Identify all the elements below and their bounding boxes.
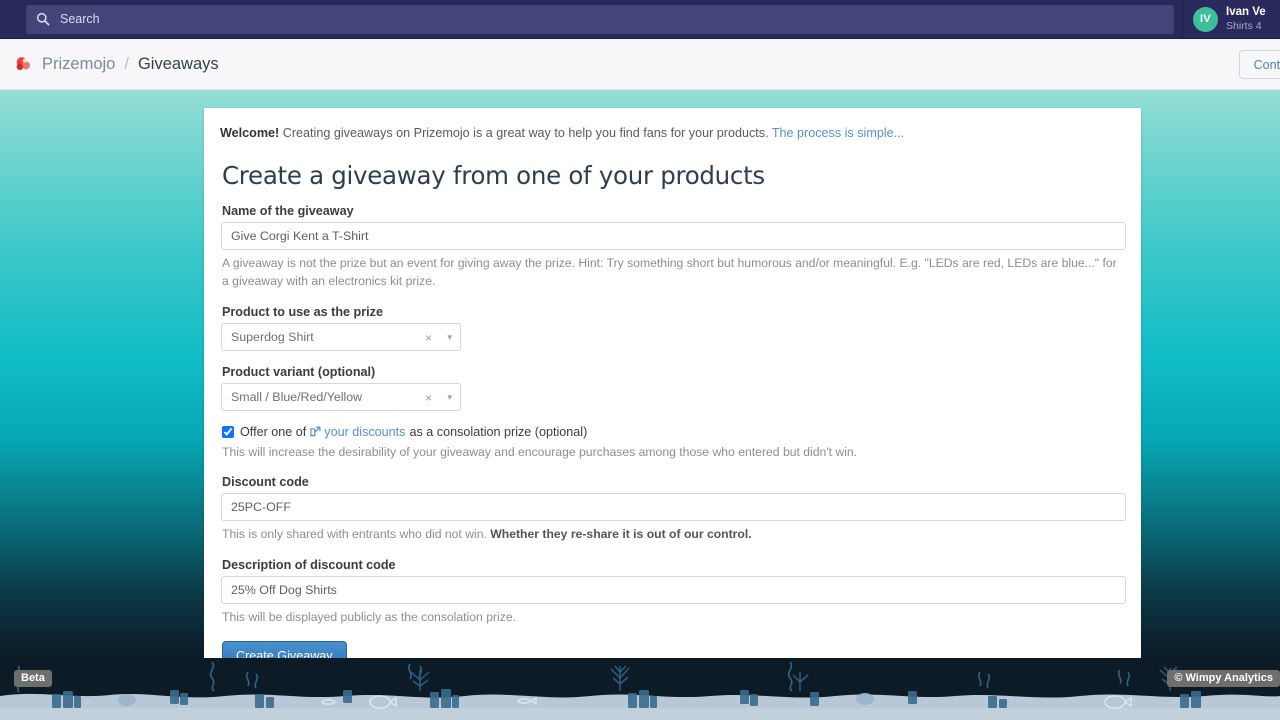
giveaway-form-card: Welcome! Creating giveaways on Prizemojo… [204, 108, 1141, 671]
breadcrumb: Prizemojo / Giveaways Conta [0, 39, 1280, 90]
discount-description-help: This will be displayed publicly as the c… [222, 610, 517, 624]
breadcrumb-current-page: Giveaways [137, 54, 219, 73]
welcome-message: Welcome! Creating giveaways on Prizemojo… [220, 124, 1125, 142]
copyright-badge: © Wimpy Analytics [1167, 670, 1280, 687]
discount-code-label: Discount code [222, 475, 309, 490]
search-placeholder-text: Search [60, 12, 100, 26]
clear-icon[interactable]: × [425, 384, 432, 412]
prize-product-select[interactable]: Superdog Shirt × ▾ [221, 322, 461, 352]
breadcrumb-separator: / [124, 54, 129, 73]
process-is-simple-link[interactable]: The process is simple... [772, 126, 904, 140]
giveaway-name-help: A giveaway is not the prize but an event… [222, 256, 1117, 288]
product-variant-select[interactable]: Small / Blue/Red/Yellow × ▾ [221, 382, 461, 412]
clear-icon[interactable]: × [425, 324, 432, 352]
seabed-graphic [0, 658, 1280, 720]
field-product-variant: Product variant (optional) Small / Blue/… [220, 365, 1125, 411]
field-discount-toggle: Offer one of your discounts as a consola… [220, 425, 1125, 462]
field-discount-code: Discount code This is only shared with e… [220, 475, 1126, 544]
field-prize-product: Product to use as the prize Superdog Shi… [220, 305, 1125, 351]
external-link-icon [310, 426, 321, 437]
beta-badge: Beta [14, 670, 52, 687]
prizemojo-logo-icon [16, 56, 30, 70]
chevron-down-icon[interactable]: ▾ [447, 324, 452, 352]
discount-description-label: Description of discount code [222, 558, 396, 572]
offer-discount-checkbox-row[interactable]: Offer one of your discounts as a consola… [222, 425, 1125, 439]
prize-product-label: Product to use as the prize [222, 304, 383, 319]
search-icon [36, 12, 50, 26]
offer-discount-text-before: Offer one of [240, 424, 307, 439]
giveaway-name-label: Name of the giveaway [222, 204, 354, 219]
offer-discount-help: This will increase the desirability of y… [222, 444, 858, 459]
welcome-bold: Welcome! [220, 126, 280, 140]
page-title: Create a giveaway from one of your produ… [222, 161, 765, 191]
field-discount-description: Description of discount code This will b… [220, 558, 1126, 627]
your-discounts-link[interactable]: your discounts [324, 425, 405, 439]
top-navigation-bar: Search IV Ivan Ve Shirts 4 [0, 0, 1280, 39]
user-account-menu[interactable]: IV Ivan Ve Shirts 4 [1183, 0, 1266, 39]
prize-product-value: Superdog Shirt [231, 329, 314, 344]
field-giveaway-name: Name of the giveaway A giveaway is not t… [220, 204, 1126, 290]
user-organization: Shirts 4 [1226, 19, 1262, 32]
discount-description-input[interactable] [221, 576, 1126, 604]
giveaway-name-input[interactable] [221, 222, 1126, 251]
contact-button[interactable]: Conta [1238, 50, 1280, 79]
seabed-footer-illustration: Beta © Wimpy Analytics [0, 658, 1280, 720]
chevron-down-icon[interactable]: ▾ [447, 384, 452, 412]
user-name: Ivan Ve [1226, 6, 1266, 19]
product-variant-value: Small / Blue/Red/Yellow [231, 389, 363, 404]
offer-discount-text-after: as a consolation prize (optional) [409, 424, 588, 439]
breadcrumb-root-link[interactable]: Prizemojo [42, 55, 115, 74]
search-input[interactable]: Search [26, 4, 1174, 34]
user-meta: Ivan Ve Shirts 4 [1226, 6, 1266, 31]
discount-code-help: This is only shared with entrants who di… [222, 526, 1122, 544]
discount-code-input[interactable] [221, 493, 1126, 522]
discount-code-help-normal: This is only shared with entrants who di… [222, 527, 491, 542]
welcome-text: Creating giveaways on Prizemojo is a gre… [279, 126, 772, 140]
avatar: IV [1193, 6, 1218, 32]
discount-code-help-bold: Whether they re-share it is out of our c… [490, 527, 752, 542]
offer-discount-checkbox[interactable] [222, 425, 234, 438]
product-variant-label: Product variant (optional) [222, 364, 376, 379]
